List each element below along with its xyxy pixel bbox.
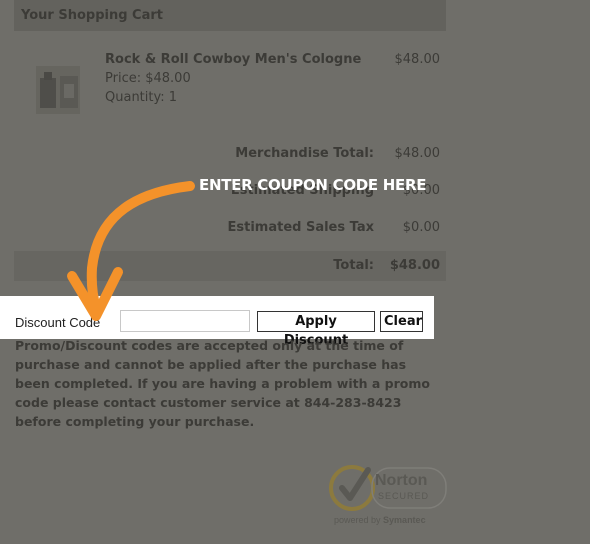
sales-tax-value: $0.00 xyxy=(402,220,440,235)
cart-title: Your Shopping Cart xyxy=(21,8,163,23)
powered-by-text: powered by Symantec xyxy=(334,515,426,525)
coupon-callout: ENTER COUPON CODE HERE xyxy=(199,176,427,194)
total-value: $48.00 xyxy=(389,258,440,273)
sales-tax-label: Estimated Sales Tax xyxy=(227,220,375,235)
product-price: Price: $48.00 xyxy=(105,71,191,86)
clear-button[interactable]: Clear xyxy=(380,311,423,332)
apply-discount-button[interactable]: Apply Discount xyxy=(257,311,375,348)
line-item-price: $48.00 xyxy=(394,52,441,67)
symantec-text: Symantec xyxy=(383,515,426,525)
product-quantity: Quantity: 1 xyxy=(105,90,178,105)
cologne-product-image xyxy=(36,66,80,114)
norton-secured-text: SECURED xyxy=(378,491,430,501)
norton-wordmark: Norton xyxy=(375,472,428,489)
product-name: Rock & Roll Cowboy Men's Cologne xyxy=(105,52,362,67)
cart-header: Your Shopping Cart xyxy=(14,0,446,31)
discount-code-input[interactable] xyxy=(120,310,250,332)
discount-code-label: Discount Code xyxy=(15,315,101,330)
total-row xyxy=(14,251,446,281)
powered-by-prefix: powered by xyxy=(334,515,381,525)
promo-note: Promo/Discount codes are accepted only a… xyxy=(15,338,430,429)
merchandise-total-label: Merchandise Total: xyxy=(235,146,374,161)
total-label: Total: xyxy=(333,258,374,273)
merchandise-total-value: $48.00 xyxy=(394,146,441,161)
